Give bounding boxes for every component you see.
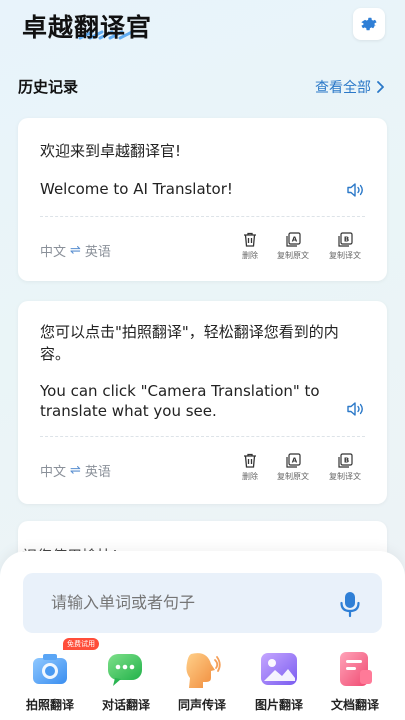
svg-text:B: B [343,236,348,244]
image-icon [261,653,297,685]
view-all-link[interactable]: 查看全部 [315,77,385,97]
from-language: 中文 [40,465,67,480]
gear-icon [361,17,377,31]
divider [40,436,365,437]
trash-icon [244,453,256,468]
copy-translation-label: 复制译文 [329,472,361,481]
history-card[interactable]: 欢迎来到卓越翻译官! Welcome to AI Translator! 中文 … [18,118,387,281]
copy-source-button[interactable]: A 复制原文 [271,232,315,261]
svg-text:A: A [291,236,297,244]
copy-translation-icon: B [337,232,353,247]
copy-translation-button[interactable]: B 复制译文 [323,232,367,261]
svg-text:B: B [343,457,348,465]
source-text-line-1: 您可以点击"拍照翻译"，轻松翻译您看到的内 [40,323,339,341]
translation-input-box[interactable] [23,573,382,633]
camera-translation-button[interactable]: 免费试用 拍照翻译 [15,638,99,713]
speaker-icon[interactable] [345,399,365,419]
source-text-line-2: 容。 [40,345,71,363]
app-title: 卓越翻译官 [22,13,153,42]
copy-source-label: 复制原文 [277,472,309,481]
delete-button[interactable]: 删除 [228,453,272,482]
delete-button[interactable]: 删除 [228,232,272,261]
image-translation-button[interactable]: 图片翻译 [244,648,314,713]
to-language: 英语 [84,245,111,260]
bottom-panel: 免费试用 拍照翻译 对话翻译 [0,551,405,720]
speaker-icon[interactable] [345,180,365,200]
head-speaking-icon [186,653,221,688]
dialogue-translation-button[interactable]: 对话翻译 [91,648,161,713]
copy-translation-button[interactable]: B 复制译文 [323,453,367,482]
camera-icon [33,654,67,684]
simultaneous-interpretation-button[interactable]: 同声传译 [167,648,237,713]
header: 卓越翻译官 [0,0,405,60]
view-all-label: 查看全部 [315,80,371,96]
history-title: 历史记录 [18,78,79,96]
copy-source-label: 复制原文 [277,251,309,260]
document-icon [340,652,372,686]
translation-input[interactable] [51,593,321,612]
to-language: 英语 [84,465,111,480]
delete-label: 删除 [242,251,258,260]
svg-text:A: A [291,457,297,465]
swap-arrows-icon: ⇌ [70,243,81,258]
language-pair: 中文 ⇌ 英语 [40,241,111,260]
microphone-icon[interactable] [338,590,362,618]
from-language: 中文 [40,245,67,260]
image-translation-label: 图片翻译 [254,698,303,712]
document-translation-button[interactable]: 文档翻译 [320,648,390,713]
copy-source-icon: A [285,232,301,247]
tool-bar: 免费试用 拍照翻译 对话翻译 同声传译 图片翻译 文档翻译 [0,638,405,718]
source-text: 欢迎来到卓越翻译官! [40,142,182,160]
delete-label: 删除 [242,472,258,481]
history-card[interactable]: 您可以点击"拍照翻译"，轻松翻译您看到的内 容。 You can click "… [18,301,387,504]
divider [40,216,365,217]
chat-icon [108,654,142,686]
chevron-right-icon [377,81,384,93]
swap-arrows-icon: ⇌ [70,463,81,478]
document-translation-label: 文档翻译 [330,698,379,712]
settings-button[interactable] [353,8,385,40]
dialogue-translation-label: 对话翻译 [101,698,150,712]
camera-translation-label: 拍照翻译 [25,698,74,712]
copy-translation-icon: B [337,453,353,468]
copy-source-icon: A [285,453,301,468]
translated-text: Welcome to AI Translator! [40,180,233,198]
copy-source-button[interactable]: A 复制原文 [271,453,315,482]
simultaneous-interpretation-label: 同声传译 [177,698,226,712]
language-pair: 中文 ⇌ 英语 [40,461,111,480]
trash-icon [244,232,256,247]
translated-text-line-2: translate what you see. [40,402,217,420]
translated-text-line-1: You can click "Camera Translation" to [40,382,320,400]
copy-translation-label: 复制译文 [329,251,361,260]
